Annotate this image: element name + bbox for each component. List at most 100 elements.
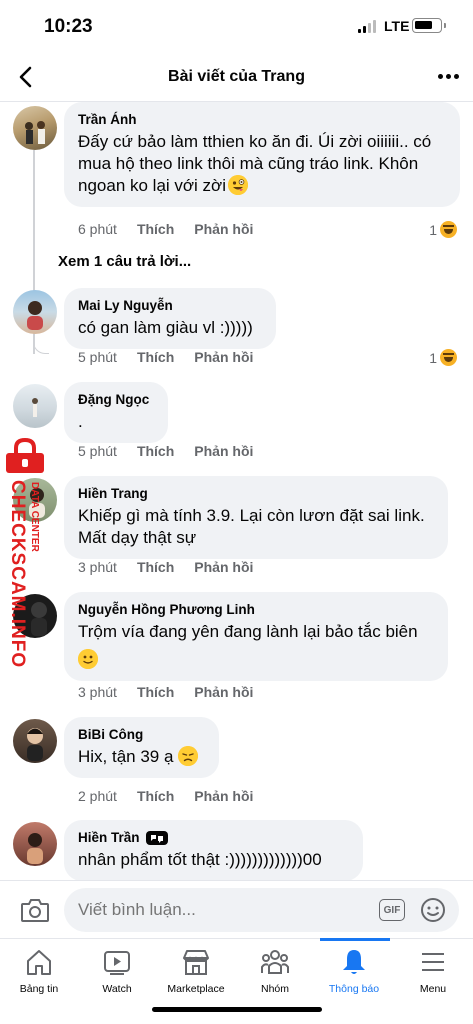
- comment-time: 5 phút: [78, 349, 117, 365]
- haha-reaction-icon: [440, 349, 457, 366]
- comment-bubble[interactable]: Mai Ly Nguyễn có gan làm giàu vl :))))): [64, 288, 276, 349]
- comment-author[interactable]: Nguyễn Hồng Phương Linh: [78, 601, 434, 618]
- zany-face-icon: [227, 175, 248, 195]
- comment-bubble[interactable]: Hiền Trang Khiếp gì mà tính 3.9. Lại còn…: [64, 476, 448, 559]
- post-header: Bài viết của Trang: [0, 52, 473, 102]
- reply-button[interactable]: Phản hồi: [194, 221, 253, 237]
- like-button[interactable]: Thích: [137, 684, 174, 700]
- tab-label: Nhóm: [260, 983, 289, 995]
- avatar[interactable]: [13, 290, 57, 334]
- reaction-summary[interactable]: 1: [429, 349, 457, 366]
- like-button[interactable]: Thích: [137, 788, 174, 804]
- view-replies-link[interactable]: Xem 1 câu trả lời...: [58, 253, 191, 270]
- comment-composer: GIF: [0, 880, 473, 940]
- comment-time: 6 phút: [78, 221, 117, 237]
- groups-icon: [261, 950, 289, 974]
- gif-button[interactable]: GIF: [379, 899, 405, 921]
- page-title: Bài viết của Trang: [168, 68, 305, 85]
- comment-author[interactable]: BiBi Công: [78, 726, 205, 743]
- slightly-smiling-face-icon: [78, 649, 98, 669]
- comment-time: 3 phút: [78, 684, 117, 700]
- comment-author[interactable]: Hiền Trần: [78, 829, 140, 846]
- tab-label: Marketplace: [167, 983, 225, 995]
- tab-label: Thông báo: [328, 983, 380, 995]
- comment-text: có gan làm giàu vl :))))): [78, 318, 253, 337]
- comment-bubble[interactable]: Trần Ánh Đấy cứ bảo làm tthien ko ăn đi.…: [64, 102, 460, 207]
- comment-time: 2 phút: [78, 788, 117, 804]
- watermark: CHECKSCAM.INFO DATA CENTER: [0, 438, 52, 668]
- comment-author[interactable]: Đặng Ngọc: [78, 391, 154, 408]
- home-indicator: [152, 1007, 322, 1012]
- comment-text: Trộm vía đang yên đang lành lại bảo tắc …: [78, 621, 434, 671]
- comment-author[interactable]: Mai Ly Nguyễn: [78, 297, 262, 314]
- comment-author[interactable]: Trần Ánh: [78, 111, 446, 128]
- avatar[interactable]: [13, 384, 57, 428]
- reply-button[interactable]: Phản hồi: [194, 559, 253, 575]
- fan-badge-icon: [145, 830, 168, 845]
- comment-text: nhân phẩm tốt thật :)))))))))))))00: [78, 850, 322, 869]
- tab-label: Menu: [419, 983, 447, 995]
- comment-author-row: Hiền Trần: [78, 829, 349, 846]
- comment-author[interactable]: Hiền Trang: [78, 485, 434, 502]
- home-icon: [27, 950, 51, 975]
- like-button[interactable]: Thích: [137, 221, 174, 237]
- avatar[interactable]: [13, 822, 57, 866]
- haha-reaction-icon: [440, 221, 457, 238]
- comment-bubble[interactable]: Hiền Trần nhân phẩm tốt thật :))))))))))…: [64, 820, 363, 880]
- comment-meta: 3 phút Thích Phản hồi: [78, 684, 253, 700]
- comment-bubble[interactable]: Nguyễn Hồng Phương Linh Trộm vía đang yê…: [64, 592, 448, 681]
- tab-marketplace[interactable]: Marketplace: [157, 947, 235, 1007]
- watch-icon: [104, 951, 130, 975]
- comment-meta: 2 phút Thích Phản hồi: [78, 788, 253, 804]
- avatar[interactable]: [13, 719, 57, 763]
- reaction-count: 1: [429, 221, 437, 238]
- like-button[interactable]: Thích: [137, 443, 174, 459]
- comment-list[interactable]: Trần Ánh Đấy cứ bảo làm tthien ko ăn đi.…: [0, 102, 473, 880]
- comment-text: Khiếp gì mà tính 3.9. Lại còn lươn đặt s…: [78, 506, 425, 547]
- comment-text-content: Trộm vía đang yên đang lành lại bảo tắc …: [78, 622, 418, 641]
- tab-label: Watch: [102, 983, 132, 995]
- reaction-count: 1: [429, 349, 437, 366]
- like-button[interactable]: Thích: [137, 559, 174, 575]
- comment-time: 5 phút: [78, 443, 117, 459]
- reply-button[interactable]: Phản hồi: [194, 788, 253, 804]
- comment-meta: 5 phút Thích Phản hồi: [78, 443, 253, 459]
- tab-groups[interactable]: Nhóm: [236, 947, 314, 1007]
- status-bar: 10:23 LTE: [0, 0, 473, 52]
- battery-icon: [412, 18, 446, 33]
- bell-icon: [343, 950, 365, 974]
- comment-bubble[interactable]: BiBi Công Hix, tận 39 ạ: [64, 717, 219, 778]
- more-options-icon[interactable]: [438, 74, 459, 79]
- comment-meta: 6 phút Thích Phản hồi: [78, 221, 253, 237]
- comment-meta: 3 phút Thích Phản hồi: [78, 559, 253, 575]
- reply-button[interactable]: Phản hồi: [194, 684, 253, 700]
- comment-text: Hix, tận 39 ạ: [78, 746, 205, 768]
- tab-menu[interactable]: Menu: [394, 947, 472, 1007]
- reaction-summary[interactable]: 1: [429, 221, 457, 238]
- disappointed-face-icon: [178, 746, 199, 766]
- like-button[interactable]: Thích: [137, 349, 174, 365]
- avatar[interactable]: [13, 106, 57, 150]
- watermark-sub: DATA CENTER: [29, 482, 40, 552]
- comment-bubble[interactable]: Đặng Ngọc .: [64, 382, 168, 443]
- reply-button[interactable]: Phản hồi: [194, 443, 253, 459]
- tab-watch[interactable]: Watch: [78, 947, 156, 1007]
- tab-news-feed[interactable]: Bảng tin: [0, 947, 78, 1007]
- active-tab-indicator: [320, 938, 390, 941]
- comment-meta: 5 phút Thích Phản hồi: [78, 349, 253, 365]
- network-label: LTE: [384, 18, 410, 34]
- tab-notifications[interactable]: Thông báo: [315, 947, 393, 1007]
- tab-label: Bảng tin: [19, 983, 59, 995]
- status-time: 10:23: [44, 16, 93, 37]
- signal-icon: [358, 20, 376, 33]
- watermark-brand: CHECKSCAM.INFO: [7, 480, 28, 669]
- comment-text: Đấy cứ bảo làm tthien ko ăn đi. Úi zời o…: [78, 131, 446, 197]
- comment-time: 3 phút: [78, 559, 117, 575]
- sticker-icon[interactable]: [420, 897, 446, 923]
- menu-icon: [422, 953, 444, 971]
- thread-connector: [33, 338, 49, 354]
- comment-text-content: Hix, tận 39 ạ: [78, 747, 174, 766]
- lock-icon: [6, 438, 44, 473]
- camera-icon[interactable]: [20, 897, 50, 923]
- reply-button[interactable]: Phản hồi: [194, 349, 253, 365]
